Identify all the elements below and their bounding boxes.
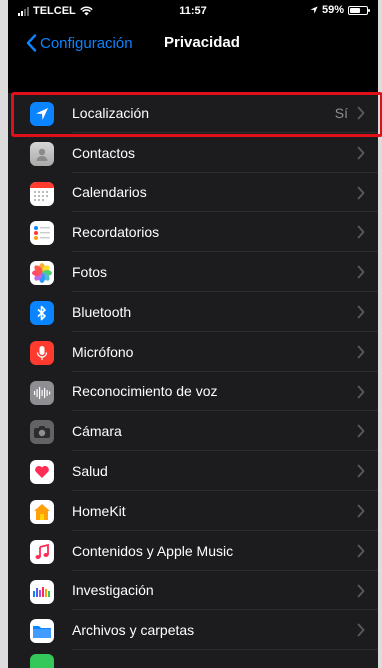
- row-recordatorios[interactable]: Recordatorios: [8, 212, 378, 253]
- chevron-right-icon: [357, 464, 365, 478]
- screenshot-frame: TELCEL 11:57 59% Configuración Privacida…: [0, 0, 382, 668]
- row-label: Localización: [72, 104, 150, 121]
- research-icon: [30, 579, 54, 604]
- chevron-right-icon: [357, 146, 365, 160]
- files-folder-icon: [30, 619, 54, 644]
- row-label: Reconocimiento de voz: [72, 383, 218, 400]
- row-reconocimiento-de-voz[interactable]: Reconocimiento de voz: [8, 372, 378, 412]
- battery-percent: 59%: [321, 4, 344, 16]
- phone-screen: TELCEL 11:57 59% Configuración Privacida…: [8, 0, 378, 668]
- row-investigacion[interactable]: Investigación: [8, 571, 378, 611]
- microphone-icon: [30, 340, 54, 365]
- row-contenidos-y-apple-music[interactable]: Contenidos y Apple Music: [8, 531, 378, 571]
- status-right: 59%: [310, 4, 370, 16]
- row-label: HomeKit: [72, 502, 126, 519]
- reminders-icon: [30, 221, 54, 246]
- row-microfono[interactable]: Micrófono: [8, 332, 378, 372]
- row-label: Recordatorios: [72, 224, 160, 241]
- row-label: Fotos: [72, 264, 108, 281]
- row-label: Bluetooth: [72, 303, 132, 320]
- chevron-right-icon: [357, 385, 365, 398]
- location-arrow-icon: [30, 102, 54, 126]
- row-salud[interactable]: Salud: [8, 451, 378, 491]
- battery-icon: [348, 5, 370, 15]
- photos-icon: [30, 261, 54, 286]
- row-label: Calendarios: [72, 184, 147, 201]
- chevron-left-icon: [26, 34, 37, 52]
- music-icon: [30, 539, 54, 564]
- row-bluetooth[interactable]: Bluetooth: [8, 292, 378, 332]
- row-camara[interactable]: Cámara: [8, 411, 378, 452]
- camera-icon: [30, 420, 54, 445]
- chevron-right-icon: [357, 305, 365, 319]
- row-value: Sí: [334, 104, 348, 121]
- chevron-right-icon: [357, 345, 365, 359]
- partial-list-item: [8, 650, 378, 668]
- location-services-icon: [310, 6, 318, 14]
- row-label: Salud: [72, 463, 108, 480]
- chevron-right-icon: [357, 623, 365, 637]
- row-contactos[interactable]: Contactos: [8, 133, 378, 173]
- chevron-right-icon: [357, 106, 365, 120]
- back-button[interactable]: Configuración: [26, 34, 133, 52]
- contacts-icon: [30, 141, 54, 166]
- homekit-icon: [30, 499, 54, 524]
- speech-recognition-icon: [30, 380, 54, 405]
- health-icon: [30, 460, 54, 485]
- bluetooth-icon: [30, 300, 54, 325]
- chevron-right-icon: [357, 265, 365, 279]
- row-label: Cámara: [72, 423, 122, 440]
- chevron-right-icon: [357, 225, 365, 239]
- row-label: Archivos y carpetas: [72, 622, 195, 639]
- row-label: Micrófono: [72, 343, 134, 360]
- page-title: Privacidad: [164, 34, 240, 51]
- chevron-right-icon: [357, 424, 365, 438]
- chevron-right-icon: [357, 544, 365, 558]
- row-label: Contactos: [72, 144, 136, 161]
- chevron-right-icon: [357, 584, 365, 597]
- row-calendarios[interactable]: Calendarios: [8, 173, 378, 213]
- row-archivos-y-carpetas[interactable]: Archivos y carpetas: [8, 610, 378, 651]
- row-fotos[interactable]: Fotos: [8, 252, 378, 292]
- back-label: Configuración: [40, 34, 133, 52]
- row-homekit[interactable]: HomeKit: [8, 491, 378, 531]
- navigation-bar: Configuración Privacidad: [8, 22, 378, 64]
- row-localizacion[interactable]: Localización Sí: [8, 93, 378, 133]
- privacy-settings-list: Localización Sí Contactos Calendarios Re…: [8, 93, 378, 651]
- row-label: Investigación: [72, 582, 154, 599]
- calendar-icon: [30, 181, 54, 206]
- chevron-right-icon: [357, 504, 365, 518]
- chevron-right-icon: [357, 186, 365, 199]
- app-icon: [30, 654, 54, 668]
- row-label: Contenidos y Apple Music: [72, 542, 234, 559]
- status-bar: TELCEL 11:57 59%: [8, 0, 378, 22]
